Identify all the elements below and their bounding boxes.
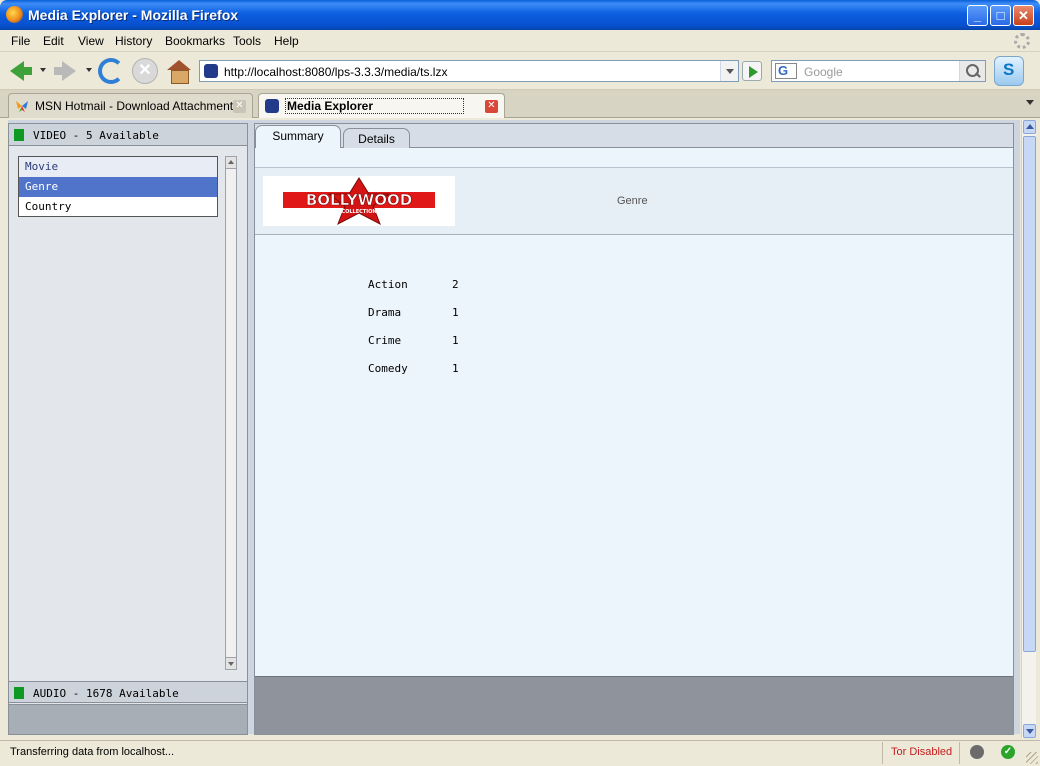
video-status-indicator: [14, 129, 24, 141]
page-scrollbar[interactable]: [1021, 120, 1036, 738]
tab-msn-hotmail[interactable]: MSN Hotmail - Download Attachment ✕: [8, 93, 253, 118]
page-content: VIDEO - 5 Available Movie Genre Country …: [8, 120, 1020, 735]
stat-count: 1: [452, 362, 459, 375]
window-title: Media Explorer - Mozilla Firefox: [28, 7, 239, 23]
list-item-genre[interactable]: Genre: [19, 177, 217, 197]
summary-header: BOLLYWOOD COLLECTION Genre: [255, 168, 1013, 235]
maximize-button[interactable]: □: [990, 5, 1011, 26]
tab-bar: MSN Hotmail - Download Attachment ✕ Medi…: [0, 90, 1040, 118]
stat-row: Comedy 1: [368, 362, 488, 378]
tab-label: MSN Hotmail - Download Attachment: [35, 99, 234, 113]
tab-close-button[interactable]: ✕: [233, 100, 246, 113]
reload-button[interactable]: [98, 58, 124, 84]
status-text: Transferring data from localhost...: [10, 746, 175, 758]
audio-header-text: AUDIO - 1678 Available: [33, 687, 179, 700]
back-history-dropdown-icon[interactable]: [40, 68, 46, 72]
logo-subtitle-text: COLLECTION: [341, 209, 376, 215]
tab-media-explorer[interactable]: Media Explorer ✕: [258, 93, 505, 118]
throbber-icon: [1014, 33, 1030, 49]
menu-tools[interactable]: Tools: [233, 34, 261, 48]
go-button[interactable]: [742, 61, 762, 81]
url-bar[interactable]: http://localhost:8080/lps-3.3.3/media/ts…: [199, 60, 739, 82]
menu-file[interactable]: File: [11, 34, 30, 48]
search-button[interactable]: [959, 61, 985, 81]
stat-row: Action 2: [368, 278, 488, 294]
stat-count: 1: [452, 306, 459, 319]
menu-bar: File Edit View History Bookmarks Tools H…: [0, 30, 1040, 52]
site-favicon-icon: [204, 64, 218, 78]
sidebar-footer: [9, 704, 247, 734]
detail-footer: [255, 676, 1013, 734]
menu-view[interactable]: View: [78, 34, 104, 48]
page-scroll-down-icon[interactable]: [1023, 724, 1036, 738]
tor-status[interactable]: Tor Disabled: [882, 742, 960, 764]
stat-name: Drama: [368, 306, 402, 319]
stat-name: Action: [368, 278, 408, 291]
forward-button[interactable]: [52, 58, 78, 84]
window-titlebar: Media Explorer - Mozilla Firefox _ □ ✕: [0, 0, 1040, 30]
stat-row: Crime 1: [368, 334, 488, 350]
stat-name: Comedy: [368, 362, 408, 375]
list-item-country[interactable]: Country: [19, 197, 217, 217]
menu-bookmarks[interactable]: Bookmarks: [165, 34, 225, 48]
scroll-down-icon[interactable]: [226, 657, 236, 669]
menu-history[interactable]: History: [115, 34, 152, 48]
resize-grip-icon[interactable]: [1026, 752, 1038, 764]
menu-help[interactable]: Help: [274, 34, 299, 48]
tab-summary[interactable]: Summary: [255, 125, 341, 148]
header-title: Genre: [617, 195, 648, 207]
video-section-header[interactable]: VIDEO - 5 Available: [9, 124, 247, 146]
search-box[interactable]: G Google: [771, 60, 986, 82]
skype-icon[interactable]: [994, 56, 1024, 86]
scroll-up-icon[interactable]: [226, 157, 236, 169]
page-scroll-up-icon[interactable]: [1023, 120, 1036, 134]
media-sidebar: VIDEO - 5 Available Movie Genre Country …: [8, 123, 248, 735]
url-dropdown-button[interactable]: [720, 61, 738, 81]
tab-label: Media Explorer: [285, 98, 465, 114]
forward-history-dropdown-icon[interactable]: [86, 68, 92, 72]
list-item-movie[interactable]: Movie: [19, 157, 217, 177]
video-header-text: VIDEO - 5 Available: [33, 129, 159, 142]
stat-count: 2: [452, 278, 459, 291]
tab-details[interactable]: Details: [343, 128, 410, 148]
stat-row: Drama 1: [368, 306, 488, 322]
status-bar: Transferring data from localhost... Tor …: [0, 740, 1040, 766]
firefox-icon: [6, 6, 23, 23]
sidebar-scrollbar[interactable]: [225, 156, 237, 670]
search-input[interactable]: Google: [804, 65, 843, 79]
audio-section-header[interactable]: AUDIO - 1678 Available: [9, 681, 247, 703]
detail-panel: Summary Details BOLLYWOOD COLLECTION Gen…: [254, 123, 1014, 735]
stop-button[interactable]: ✕: [132, 58, 158, 84]
audio-status-indicator: [14, 687, 24, 699]
home-button[interactable]: [166, 58, 192, 84]
minimize-button[interactable]: _: [967, 5, 988, 26]
search-engine-icon[interactable]: G: [775, 63, 797, 79]
menu-edit[interactable]: Edit: [43, 34, 64, 48]
media-explorer-favicon-icon: [265, 99, 279, 113]
page-scroll-thumb[interactable]: [1023, 136, 1036, 652]
logo-title-text: BOLLYWOOD: [306, 191, 412, 209]
bollywood-collection-logo: BOLLYWOOD COLLECTION: [263, 176, 455, 226]
stat-name: Crime: [368, 334, 402, 347]
list-all-tabs-icon[interactable]: [1026, 100, 1034, 105]
check-icon[interactable]: ✓: [1001, 745, 1015, 759]
close-window-button[interactable]: ✕: [1013, 5, 1034, 26]
stat-count: 1: [452, 334, 459, 347]
monkey-icon[interactable]: [970, 745, 984, 759]
detail-tabs: Summary Details: [255, 124, 1013, 148]
url-text[interactable]: http://localhost:8080/lps-3.3.3/media/ts…: [224, 65, 447, 79]
tab-close-button[interactable]: ✕: [485, 100, 498, 113]
tor-status-text: Tor Disabled: [891, 746, 953, 758]
category-list: Movie Genre Country: [18, 156, 218, 217]
msn-butterfly-icon: [15, 99, 29, 113]
back-button[interactable]: [8, 58, 34, 84]
